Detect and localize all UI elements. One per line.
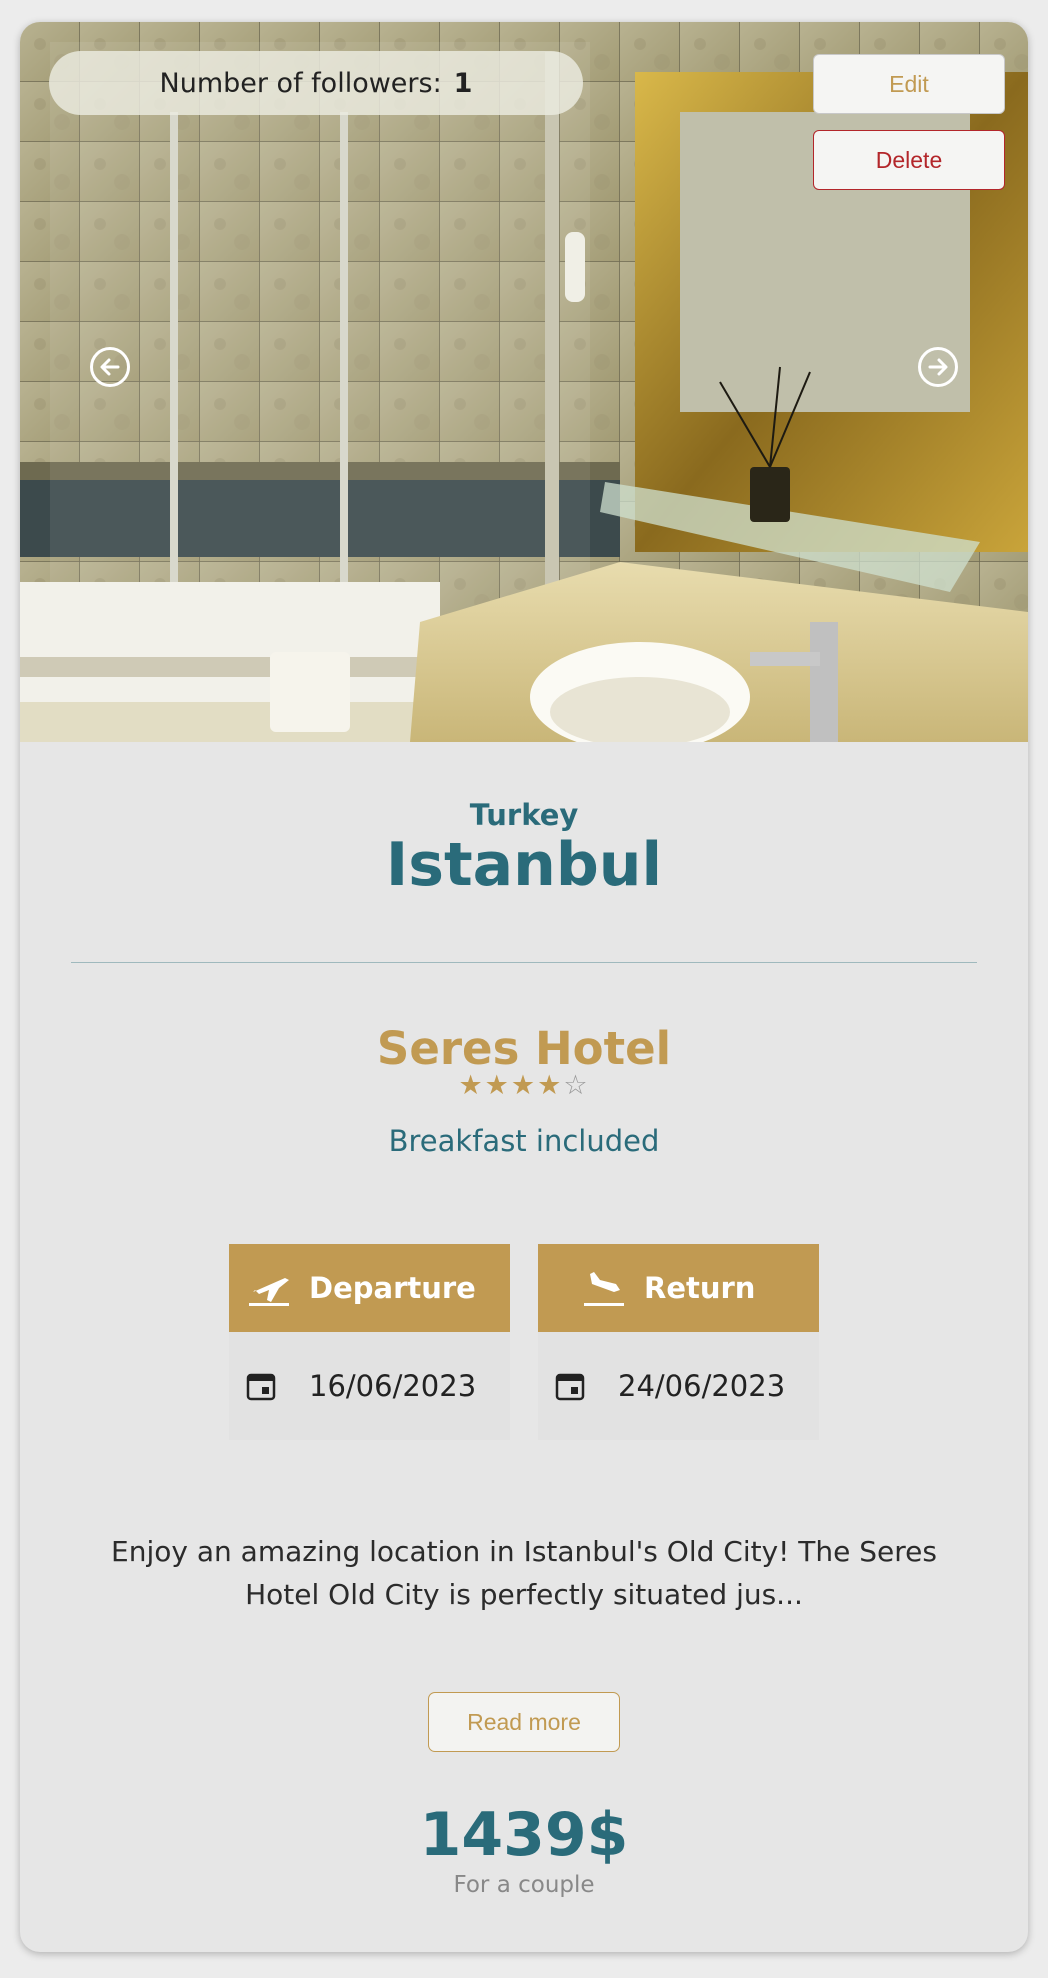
arrow-left-circle-icon[interactable] <box>90 347 130 387</box>
price-note: For a couple <box>453 1872 595 1898</box>
return-date: 24/06/2023 <box>618 1369 786 1403</box>
divider <box>71 962 977 963</box>
board-type: Breakfast included <box>388 1124 660 1158</box>
read-more-button[interactable]: Read more <box>428 1692 620 1752</box>
return-label: Return <box>644 1271 756 1305</box>
star-rating: ★★★★☆ <box>20 1070 1028 1101</box>
edit-button[interactable]: Edit <box>813 54 1005 114</box>
followers-count: 1 <box>453 67 473 99</box>
calendar-icon <box>554 1370 618 1402</box>
hotel-name: Seres Hotel <box>376 1022 672 1075</box>
departure-date-row: 16/06/2023 <box>229 1332 510 1440</box>
hotel-description: Enjoy an amazing location in Istanbul's … <box>111 1535 937 1611</box>
return-date-row: 24/06/2023 <box>538 1332 819 1440</box>
departure-label: Departure <box>309 1271 476 1305</box>
star-icon: ★ <box>537 1070 564 1101</box>
star-icon: ★ <box>484 1070 511 1101</box>
star-icon: ☆ <box>563 1070 590 1101</box>
followers-badge: Number of followers: 1 <box>49 51 583 115</box>
return-box: Return 24/06/2023 <box>538 1244 819 1440</box>
departure-box: Departure 16/06/2023 <box>229 1244 510 1440</box>
calendar-icon <box>245 1370 309 1402</box>
delete-button[interactable]: Delete <box>813 130 1005 190</box>
price-amount: 1439$ <box>419 1800 629 1870</box>
followers-label: Number of followers: <box>159 67 442 99</box>
plane-takeoff-icon <box>249 1270 309 1306</box>
star-icon: ★ <box>458 1070 485 1101</box>
plane-landing-icon <box>584 1270 644 1306</box>
departure-header[interactable]: Departure <box>229 1244 510 1332</box>
hotel-image-carousel: Number of followers: 1 Edit Delete <box>20 22 1028 742</box>
country-name: Turkey <box>469 798 579 832</box>
return-header[interactable]: Return <box>538 1244 819 1332</box>
star-icon: ★ <box>510 1070 538 1101</box>
vacation-card: Number of followers: 1 Edit Delete Turke… <box>20 22 1028 1952</box>
arrow-right-circle-icon[interactable] <box>918 347 958 387</box>
city-name: Istanbul <box>385 830 663 900</box>
departure-date: 16/06/2023 <box>309 1369 477 1403</box>
